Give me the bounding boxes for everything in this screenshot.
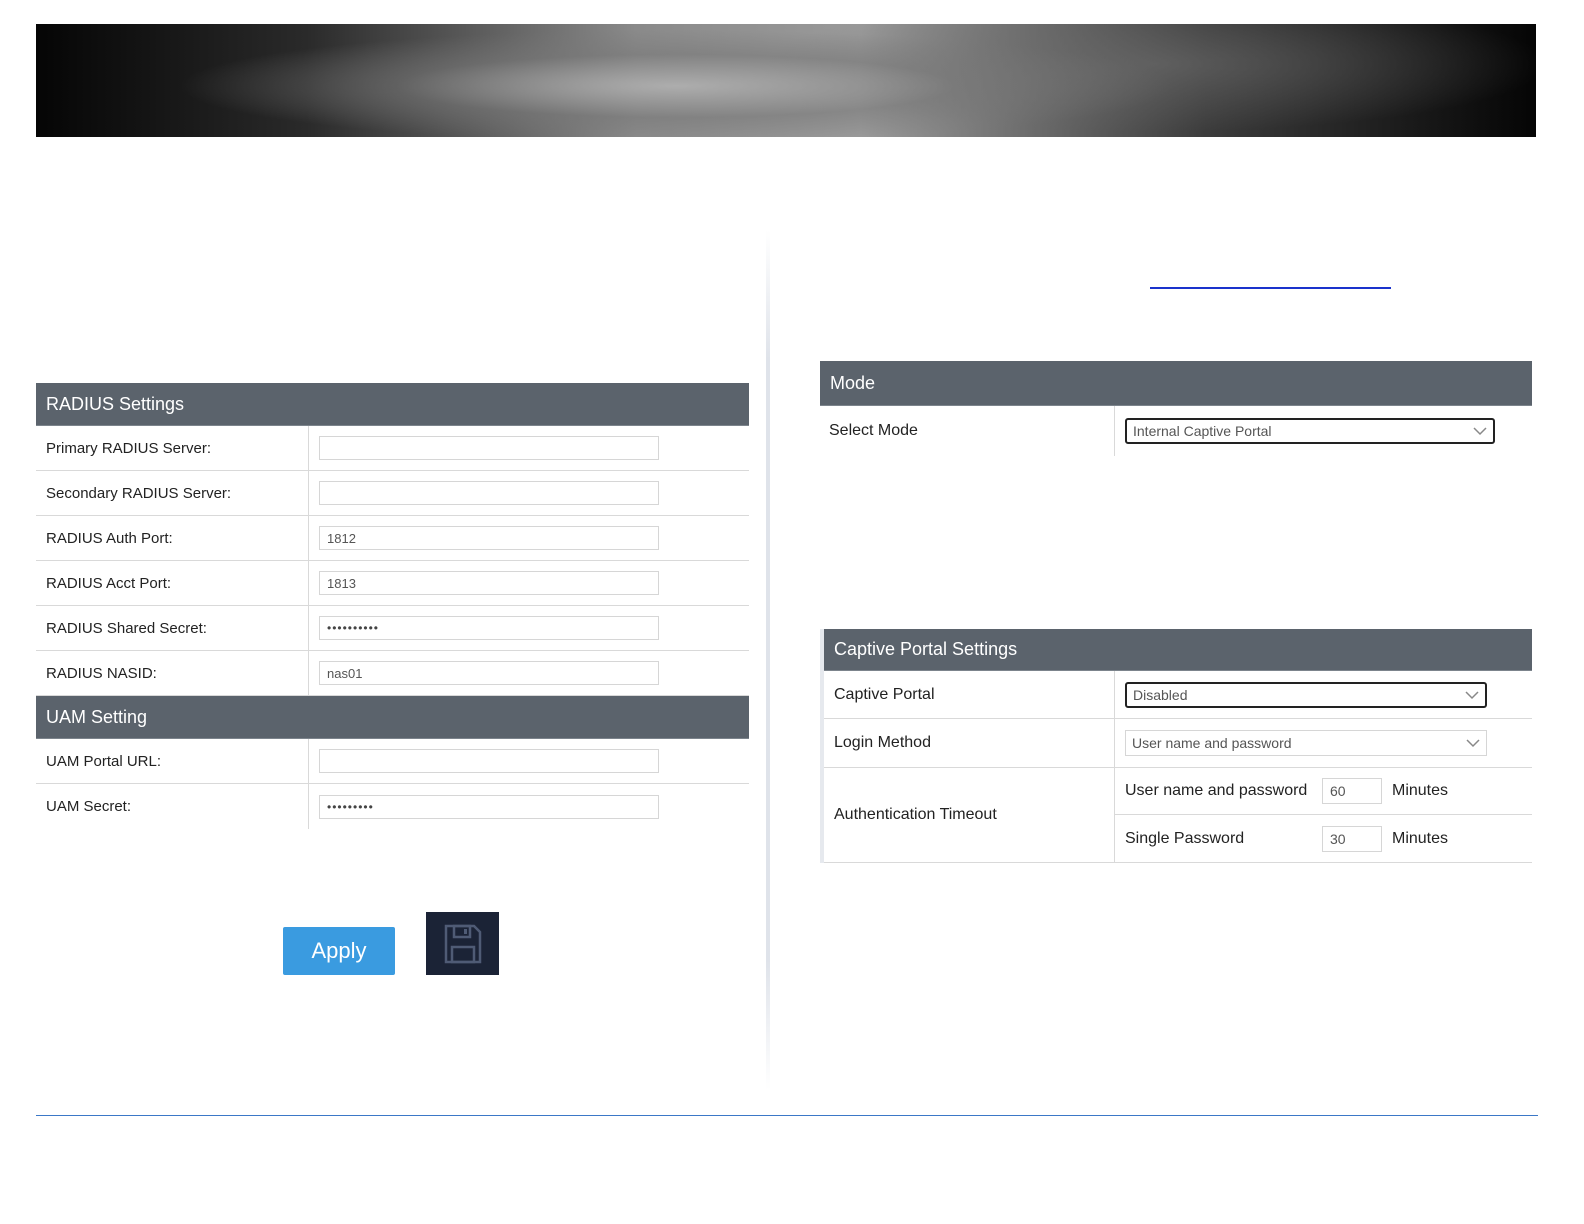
select-mode-value: Internal Captive Portal (1133, 423, 1272, 439)
captive-portal-row: Captive Portal Disabled (824, 671, 1532, 719)
uam-secret-row: UAM Secret: ••••••••• (36, 784, 749, 829)
captive-portal-value: Disabled (1133, 686, 1188, 703)
hyperlink-underline[interactable] (1150, 287, 1391, 289)
uam-portal-url-row: UAM Portal URL: (36, 739, 749, 784)
auth-timeout-row: Authentication Timeout User name and pas… (824, 768, 1532, 863)
radius-acct-port-input[interactable]: 1813 (319, 571, 659, 595)
radius-auth-port-input[interactable]: 1812 (319, 526, 659, 550)
floppy-disk-icon (444, 924, 481, 963)
chevron-down-icon (1465, 690, 1479, 699)
select-mode-dropdown[interactable]: Internal Captive Portal (1125, 418, 1495, 444)
captive-portal-panel: Captive Portal Settings Captive Portal D… (820, 629, 1532, 863)
radius-acct-port-label: RADIUS Acct Port: (36, 561, 309, 605)
primary-radius-input[interactable] (319, 436, 659, 460)
captive-portal-label: Captive Portal (824, 671, 1115, 718)
radius-acct-port-row: RADIUS Acct Port: 1813 (36, 561, 749, 606)
chevron-down-icon (1466, 739, 1480, 748)
timeout-user-password-input[interactable]: 60 (1322, 778, 1382, 804)
uam-portal-url-label: UAM Portal URL: (36, 739, 309, 783)
uam-setting-header: UAM Setting (36, 696, 749, 739)
radius-nasid-row: RADIUS NASID: nas01 (36, 651, 749, 696)
radius-settings-header: RADIUS Settings (36, 383, 749, 426)
radius-auth-port-label: RADIUS Auth Port: (36, 516, 309, 560)
mode-header: Mode (820, 361, 1532, 406)
captive-portal-settings-header: Captive Portal Settings (824, 629, 1532, 671)
footer-rule (36, 1115, 1538, 1116)
timeout-single-password-input[interactable]: 30 (1322, 825, 1382, 852)
timeout-user-password-label: User name and password (1125, 782, 1308, 799)
header-banner (36, 24, 1536, 137)
uam-portal-url-input[interactable] (319, 749, 659, 773)
uam-secret-label: UAM Secret: (36, 784, 309, 829)
primary-radius-row: Primary RADIUS Server: (36, 426, 749, 471)
radius-nasid-label: RADIUS NASID: (36, 651, 309, 695)
column-divider (766, 230, 770, 1090)
timeout-single-password-label: Single Password (1125, 829, 1245, 847)
timeout-single-password-row: Single Password 30 Minutes (1115, 815, 1532, 862)
select-mode-row: Select Mode Internal Captive Portal (820, 406, 1532, 456)
login-method-value: User name and password (1132, 735, 1292, 751)
uam-secret-input[interactable]: ••••••••• (319, 794, 659, 819)
secondary-radius-input[interactable] (319, 481, 659, 505)
secondary-radius-label: Secondary RADIUS Server: (36, 471, 309, 515)
apply-button[interactable]: Apply (283, 927, 395, 975)
save-button[interactable] (426, 912, 499, 975)
timeout-user-password-unit: Minutes (1392, 782, 1449, 799)
radius-uam-panel: RADIUS Settings Primary RADIUS Server: S… (36, 383, 749, 829)
mode-panel: Mode Select Mode Internal Captive Portal (820, 361, 1532, 456)
radius-shared-secret-input[interactable]: •••••••••• (319, 616, 659, 640)
login-method-row: Login Method User name and password (824, 719, 1532, 768)
secondary-radius-row: Secondary RADIUS Server: (36, 471, 749, 516)
login-method-label: Login Method (824, 719, 1115, 767)
auth-timeout-label: Authentication Timeout (824, 768, 1115, 862)
radius-auth-port-row: RADIUS Auth Port: 1812 (36, 516, 749, 561)
primary-radius-label: Primary RADIUS Server: (36, 426, 309, 470)
radius-nasid-input[interactable]: nas01 (319, 661, 659, 685)
select-mode-label: Select Mode (820, 406, 1115, 456)
captive-portal-dropdown[interactable]: Disabled (1125, 681, 1487, 708)
radius-shared-secret-label: RADIUS Shared Secret: (36, 606, 309, 650)
login-method-dropdown[interactable]: User name and password (1125, 730, 1487, 756)
chevron-down-icon (1473, 427, 1487, 436)
radius-shared-secret-row: RADIUS Shared Secret: •••••••••• (36, 606, 749, 651)
timeout-single-password-unit: Minutes (1392, 829, 1449, 847)
timeout-user-password-row: User name and password 60 Minutes (1115, 768, 1532, 815)
